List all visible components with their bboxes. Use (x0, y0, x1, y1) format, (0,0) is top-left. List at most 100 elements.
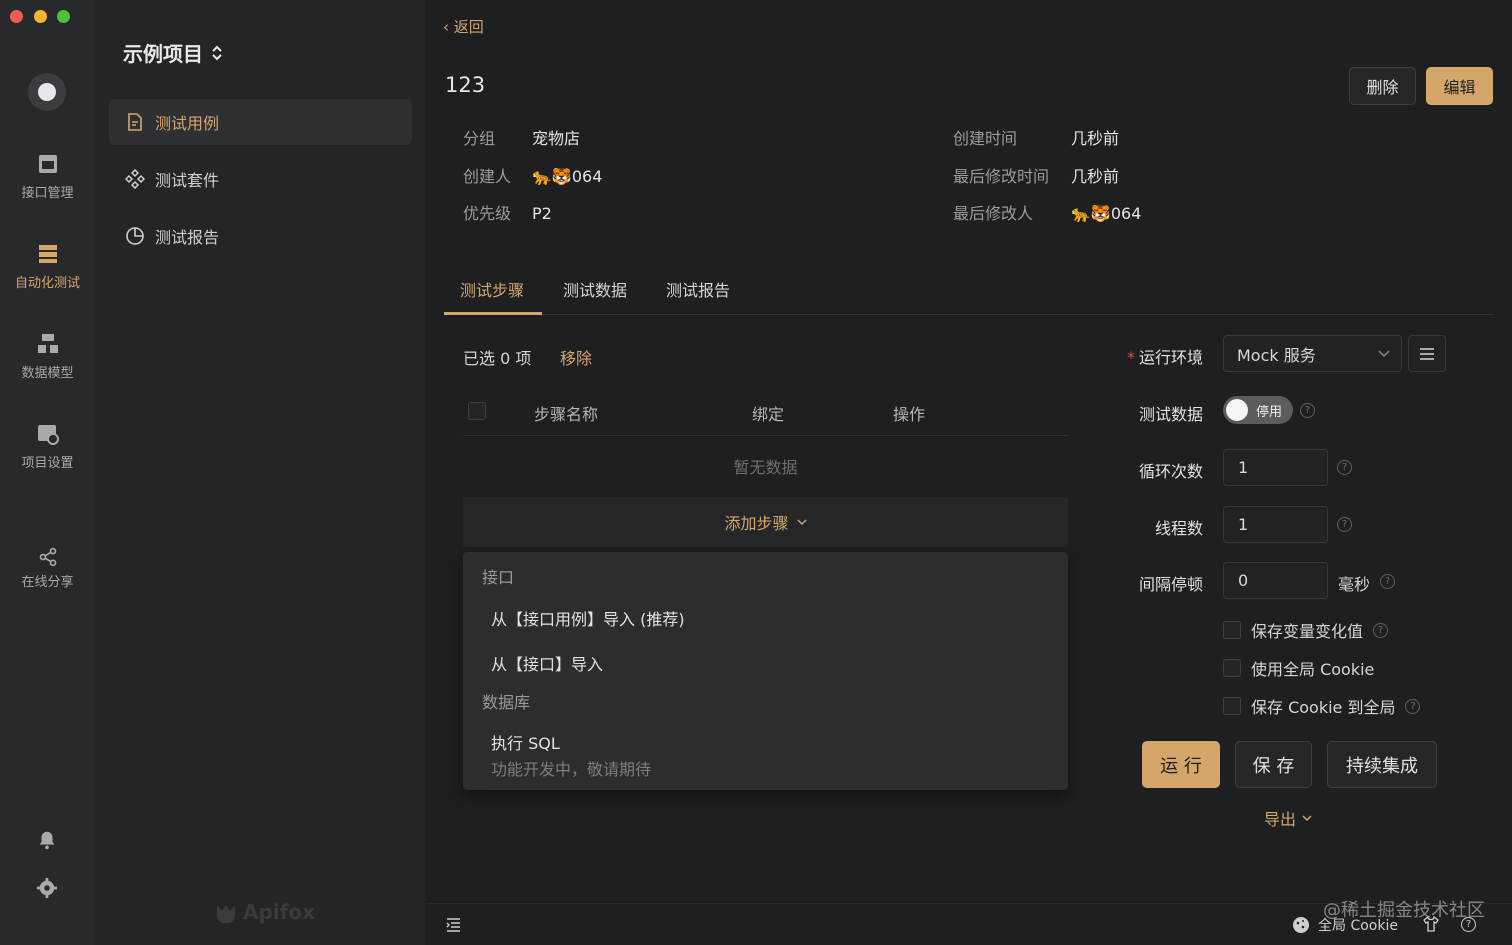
checkbox-label: 保存变量变化值 (1251, 622, 1364, 641)
meta-priority: 优先级 P2 (463, 200, 552, 224)
avatar[interactable] (28, 73, 66, 111)
data-model-icon (37, 334, 58, 353)
thread-label: 线程数 (1154, 519, 1203, 538)
column-header: 绑定 (752, 405, 785, 424)
gear-icon[interactable] (36, 877, 58, 899)
help-icon[interactable]: ? (1300, 403, 1315, 418)
env-select[interactable]: Mock 服务 (1223, 335, 1402, 372)
rail-item-automation[interactable]: 自动化测试 (0, 242, 95, 291)
tab-bar: 测试步骤 测试数据 测试报告 (444, 265, 1494, 315)
empty-state: 暂无数据 (733, 458, 798, 477)
loop-count-input[interactable]: 1 (1223, 449, 1328, 486)
thread-count-input[interactable]: 1 (1223, 506, 1328, 543)
meta-modifier: 最后修改人 🐆🐯064 (953, 200, 1141, 224)
chevron-down-icon (796, 519, 807, 526)
export-label: 导出 (1264, 810, 1297, 829)
rail-item-label: 项目设置 (21, 456, 74, 471)
checkbox[interactable] (1223, 659, 1241, 677)
add-step-label: 添加步骤 (724, 514, 789, 533)
checkbox[interactable] (1223, 621, 1241, 639)
ci-button[interactable]: 持续集成 (1327, 741, 1437, 788)
cookie-label: 全局 Cookie (1318, 918, 1398, 934)
sidebar-item-test-suites[interactable]: 测试套件 (109, 156, 412, 202)
checkbox[interactable] (1223, 697, 1241, 715)
meta-value: 🐆🐯064 (532, 167, 603, 186)
interval-label: 间隔停顿 (1138, 575, 1203, 594)
meta-key: 优先级 (463, 204, 512, 223)
help-icon[interactable]: ? (1380, 574, 1395, 589)
menu-group-label: 接口 (482, 568, 515, 587)
save-cookie-checkbox[interactable]: 保存 Cookie 到全局 ? (1223, 694, 1421, 718)
save-variable-checkbox[interactable]: 保存变量变化值 ? (1223, 618, 1389, 642)
remove-button[interactable]: 移除 (560, 345, 592, 369)
shirt-icon[interactable] (1423, 916, 1439, 932)
menu-icon (1420, 347, 1434, 360)
meta-key: 分组 (463, 129, 496, 148)
help-icon[interactable]: ? (1337, 460, 1352, 475)
help-icon[interactable]: ? (1337, 517, 1352, 532)
help-icon[interactable]: ? (1373, 622, 1389, 638)
global-cookie-checkbox[interactable]: 使用全局 Cookie (1223, 656, 1374, 680)
meta-value: 宠物店 (532, 129, 581, 148)
loop-label: 循环次数 (1138, 462, 1203, 481)
menu-item-import-cases[interactable]: 从【接口用例】导入 (推荐) (491, 606, 685, 630)
meta-group: 分组 宠物店 (463, 125, 580, 149)
checkbox-label: 使用全局 Cookie (1251, 660, 1375, 679)
sort-icon (212, 45, 222, 60)
pie-chart-icon (126, 227, 144, 245)
test-data-label: 测试数据 (1138, 405, 1203, 424)
meta-created: 创建时间 几秒前 (953, 125, 1119, 149)
tab-test-report[interactable]: 测试报告 (666, 277, 730, 301)
rail-item-project-settings[interactable]: 项目设置 (0, 422, 95, 471)
rail-item-api[interactable]: 接口管理 (0, 152, 95, 201)
project-title: 示例项目 (123, 42, 203, 66)
rail-item-data-model[interactable]: 数据模型 (0, 332, 95, 381)
menu-item-import-api[interactable]: 从【接口】导入 (491, 651, 603, 675)
env-label-text: 运行环境 (1138, 348, 1203, 367)
rail-item-share[interactable]: 在线分享 (0, 547, 95, 590)
column-header: 步骤名称 (534, 405, 599, 424)
minimize-window-button[interactable] (34, 10, 47, 23)
suite-icon (125, 169, 145, 189)
menu-item-run-sql[interactable]: 执行 SQL (491, 730, 560, 754)
collapse-sidebar-icon[interactable] (446, 918, 461, 932)
sidebar-item-label: 测试套件 (155, 171, 220, 190)
add-step-button[interactable]: 添加步骤 (463, 497, 1068, 547)
add-step-menu: 接口 从【接口用例】导入 (推荐) 从【接口】导入 数据库 执行 SQL 功能开… (463, 552, 1068, 790)
sidebar-item-test-cases[interactable]: 测试用例 (109, 99, 412, 145)
sidebar-item-test-reports[interactable]: 测试报告 (109, 213, 412, 259)
help-icon[interactable]: ? (1461, 917, 1476, 932)
sidebar: 示例项目 测试用例 测试套件 测试报告 Apifox (95, 0, 426, 945)
test-data-toggle[interactable]: 停用 (1223, 396, 1293, 424)
toggle-knob (1226, 399, 1248, 421)
project-settings-icon (37, 425, 59, 445)
rail-item-label: 自动化测试 (14, 276, 80, 291)
help-icon[interactable]: ? (1405, 698, 1421, 714)
project-switcher[interactable]: 示例项目 (123, 38, 223, 67)
interval-unit: 毫秒 (1338, 575, 1371, 594)
meta-value: 🐆🐯064 (1071, 204, 1142, 223)
maximize-window-button[interactable] (57, 10, 70, 23)
back-label: 返回 (453, 18, 484, 36)
close-window-button[interactable] (10, 10, 23, 23)
interval-input[interactable]: 0 (1223, 562, 1328, 599)
save-button[interactable]: 保 存 (1235, 741, 1312, 788)
page-title: 123 (445, 73, 486, 97)
meta-value: 几秒前 (1071, 167, 1120, 186)
tab-test-data[interactable]: 测试数据 (563, 277, 627, 301)
rail-item-label: 接口管理 (21, 186, 74, 201)
env-menu-button[interactable] (1408, 335, 1446, 372)
chevron-down-icon (1302, 815, 1312, 822)
tab-test-steps[interactable]: 测试步骤 (460, 277, 524, 301)
toggle-label: 停用 (1255, 404, 1282, 420)
delete-button[interactable]: 删除 (1349, 67, 1416, 105)
edit-button[interactable]: 编辑 (1426, 67, 1493, 105)
back-link[interactable]: ‹ 返回 (443, 16, 484, 37)
steps-table-header: 步骤名称 绑定 操作 (463, 388, 1068, 436)
global-cookie-button[interactable]: 全局 Cookie (1292, 915, 1398, 935)
env-value: Mock 服务 (1237, 345, 1316, 365)
export-button[interactable]: 导出 (1264, 806, 1312, 830)
bell-icon[interactable] (36, 829, 58, 851)
select-all-checkbox[interactable] (468, 402, 486, 420)
run-button[interactable]: 运 行 (1142, 741, 1220, 788)
